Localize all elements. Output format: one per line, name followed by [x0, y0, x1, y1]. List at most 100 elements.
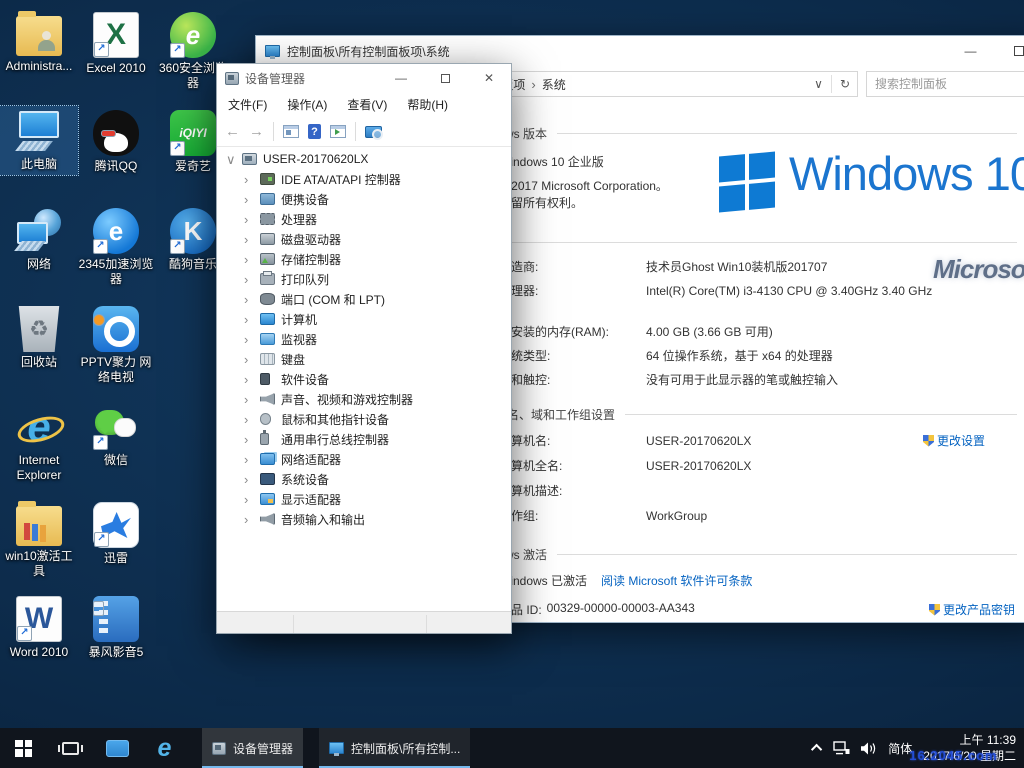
device-tree: ∨USER-20170620LX ›IDE ATA/ATAPI 控制器 ›便携设…	[218, 149, 510, 610]
breadcrumb-item-system[interactable]: 系统	[542, 76, 566, 93]
scan-hardware-changes-icon[interactable]	[365, 126, 382, 138]
tree-item-software-device[interactable]: ›软件设备	[218, 369, 510, 389]
license-terms-link[interactable]: 阅读 Microsoft 软件许可条款	[601, 572, 752, 589]
tree-item-disk[interactable]: ›磁盘驱动器	[218, 229, 510, 249]
desktop-icon-xunlei[interactable]: 迅雷	[77, 500, 155, 569]
close-button[interactable]: ✕	[467, 64, 511, 92]
device-manager-titlebar[interactable]: 设备管理器 — ✕	[217, 64, 511, 92]
network-tray-icon[interactable]	[833, 741, 850, 755]
chevron-collapsed-icon[interactable]: ›	[244, 313, 258, 326]
maximize-button[interactable]	[423, 64, 467, 92]
row-system-type: 系统类型:64 位操作系统，基于 x64 的处理器	[499, 347, 833, 366]
desktop-icon-word[interactable]: WWord 2010	[0, 594, 78, 663]
tree-item-ide[interactable]: ›IDE ATA/ATAPI 控制器	[218, 169, 510, 189]
show-hidden-icons-chevron[interactable]	[811, 744, 822, 755]
chevron-collapsed-icon[interactable]: ›	[244, 213, 258, 226]
chevron-collapsed-icon[interactable]: ›	[244, 493, 258, 506]
print-queue-icon	[260, 273, 275, 285]
tree-item-keyboard[interactable]: ›键盘	[218, 349, 510, 369]
menu-view[interactable]: 查看(V)	[347, 96, 387, 113]
tree-item-ports[interactable]: ›端口 (COM 和 LPT)	[218, 289, 510, 309]
chevron-collapsed-icon[interactable]: ›	[244, 173, 258, 186]
taskbar-button-device-manager[interactable]: 设备管理器	[202, 728, 303, 768]
minimize-button[interactable]: —	[948, 36, 993, 66]
chevron-collapsed-icon[interactable]: ›	[244, 333, 258, 346]
tree-root[interactable]: ∨USER-20170620LX	[218, 149, 510, 169]
help-icon[interactable]: ?	[308, 124, 321, 139]
system-device-icon	[260, 473, 275, 485]
refresh-icon[interactable]: ↻	[840, 77, 850, 91]
tree-item-print-queue[interactable]: ›打印队列	[218, 269, 510, 289]
desktop-icon-baofeng[interactable]: 暴风影音5	[77, 594, 155, 663]
show-console-tree-icon[interactable]	[283, 125, 299, 138]
chevron-collapsed-icon[interactable]: ›	[244, 513, 258, 526]
back-icon[interactable]: ←	[225, 124, 240, 139]
window-title: 控制面板\所有控制面板项\系统	[287, 43, 450, 60]
chevron-expanded-icon[interactable]: ∨	[226, 153, 240, 166]
windows-start-icon	[15, 740, 32, 757]
start-button[interactable]	[0, 728, 47, 768]
chevron-collapsed-icon[interactable]: ›	[244, 253, 258, 266]
desktop-icon-administrator[interactable]: Administra...	[0, 10, 78, 77]
change-settings-link[interactable]: 更改设置	[923, 432, 985, 449]
menu-action[interactable]: 操作(A)	[287, 96, 327, 113]
desktop-icon-recycle-bin[interactable]: ♻回收站	[0, 304, 78, 373]
breadcrumb-dropdown-icon[interactable]: ∨	[814, 77, 823, 91]
taskbar-app-blue[interactable]	[94, 728, 141, 768]
recycle-bin-icon: ♻	[16, 306, 62, 352]
tree-item-portable[interactable]: ›便携设备	[218, 189, 510, 209]
chevron-collapsed-icon[interactable]: ›	[244, 293, 258, 306]
tree-item-monitor[interactable]: ›监视器	[218, 329, 510, 349]
chevron-collapsed-icon[interactable]: ›	[244, 193, 258, 206]
uac-shield-icon	[923, 435, 934, 447]
maximize-button[interactable]	[996, 36, 1024, 66]
change-product-key-link[interactable]: 更改产品密钥	[929, 601, 1015, 618]
desktop-icon-win10-activator[interactable]: win10激活工具	[0, 500, 78, 582]
desktop-icon-network[interactable]: 网络	[0, 206, 78, 275]
chevron-collapsed-icon[interactable]: ›	[244, 273, 258, 286]
taskbar-internet-explorer[interactable]: e	[141, 728, 188, 768]
tree-item-display-adapter[interactable]: ›显示适配器	[218, 489, 510, 509]
taskbar-clock[interactable]: 上午 11:39 2017/6/20 星期二 16.2045.com	[923, 732, 1016, 764]
search-input[interactable]	[875, 77, 1024, 91]
desktop-icon-2345-browser[interactable]: e2345加速浏览器	[77, 206, 155, 290]
task-view-button[interactable]	[47, 728, 94, 768]
desktop-icon-wechat[interactable]: 微信	[77, 402, 155, 471]
chevron-collapsed-icon[interactable]: ›	[244, 433, 258, 446]
tree-item-storage[interactable]: ›存储控制器	[218, 249, 510, 269]
chevron-collapsed-icon[interactable]: ›	[244, 233, 258, 246]
forward-icon[interactable]: →	[249, 124, 264, 139]
tree-item-sound[interactable]: ›声音、视频和游戏控制器	[218, 389, 510, 409]
chevron-collapsed-icon[interactable]: ›	[244, 393, 258, 406]
chevron-collapsed-icon[interactable]: ›	[244, 453, 258, 466]
search-box[interactable]	[866, 71, 1024, 97]
windows-edition: Windows 10 企业版	[499, 153, 604, 170]
minimize-button[interactable]: —	[379, 64, 423, 92]
menu-help[interactable]: 帮助(H)	[407, 96, 448, 113]
iqiyi-icon: iQIYI	[170, 110, 216, 156]
row-pen-touch: 笔和触控:没有可用于此显示器的笔或触控输入	[499, 371, 838, 390]
ie-icon: e	[16, 404, 62, 450]
desktop-icon-internet-explorer[interactable]: eInternet Explorer	[0, 402, 78, 486]
tree-item-mouse[interactable]: ›鼠标和其他指针设备	[218, 409, 510, 429]
tree-item-computer[interactable]: ›计算机	[218, 309, 510, 329]
system-window-titlebar[interactable]: 控制面板\所有控制面板项\系统 —	[256, 36, 1024, 66]
status-bar	[217, 611, 511, 633]
speaker-tray-icon[interactable]	[861, 742, 877, 755]
tree-item-system-device[interactable]: ›系统设备	[218, 469, 510, 489]
chevron-collapsed-icon[interactable]: ›	[244, 373, 258, 386]
desktop-icon-this-pc[interactable]: 此电脑	[0, 106, 78, 175]
tree-item-network-adapter[interactable]: ›网络适配器	[218, 449, 510, 469]
desktop-icon-qq[interactable]: 腾讯QQ	[77, 108, 155, 177]
desktop-icon-excel[interactable]: XExcel 2010	[77, 10, 155, 79]
chevron-collapsed-icon[interactable]: ›	[244, 353, 258, 366]
desktop-icon-pptv[interactable]: PPTV聚力 网络电视	[77, 304, 155, 388]
tree-item-audio-io[interactable]: ›音频输入和输出	[218, 509, 510, 529]
tree-item-usb[interactable]: ›通用串行总线控制器	[218, 429, 510, 449]
menu-file[interactable]: 文件(F)	[228, 96, 267, 113]
taskbar-button-control-panel[interactable]: 控制面板\所有控制...	[319, 728, 470, 768]
tree-item-processor[interactable]: ›处理器	[218, 209, 510, 229]
chevron-collapsed-icon[interactable]: ›	[244, 473, 258, 486]
chevron-collapsed-icon[interactable]: ›	[244, 413, 258, 426]
action-pane-icon[interactable]	[330, 125, 346, 138]
